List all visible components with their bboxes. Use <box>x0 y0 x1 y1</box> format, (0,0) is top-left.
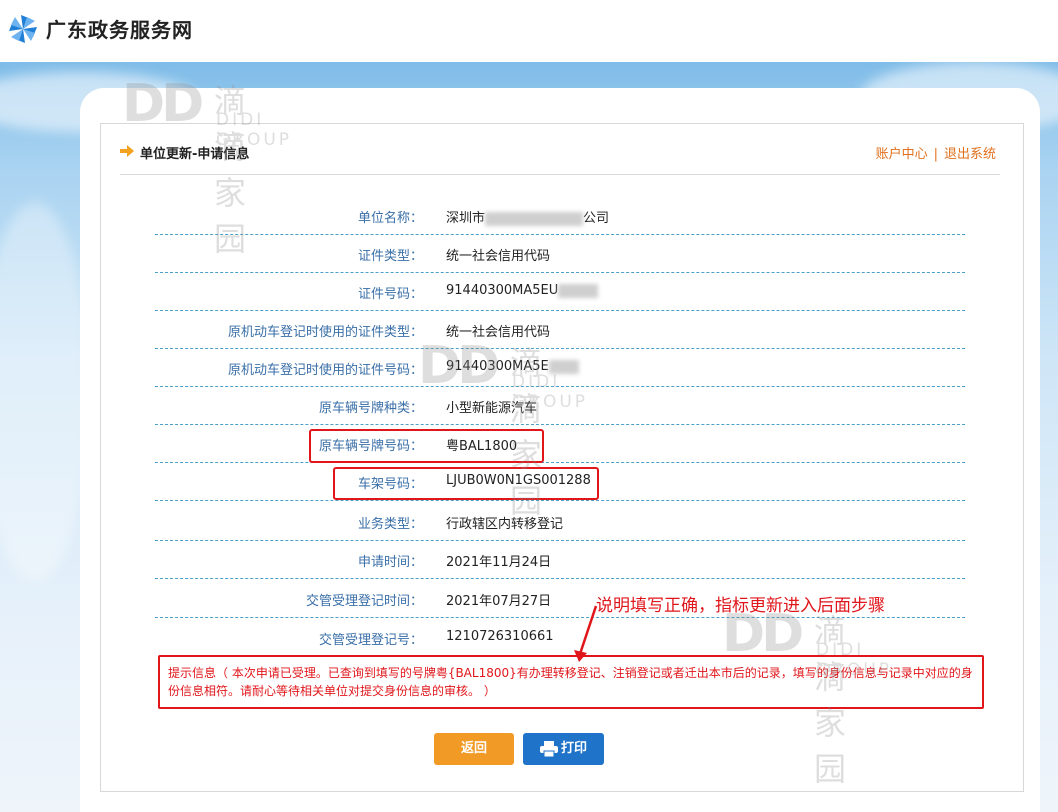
header-links: 账户中心 | 退出系统 <box>876 143 996 162</box>
notice-box: 提示信息（ 本次申请已受理。已查询到填写的号牌粤{BAL1800}有办理转移登记… <box>158 655 984 709</box>
field-value: 1210726310661 <box>446 629 554 644</box>
back-button[interactable]: 返回 <box>434 733 514 765</box>
section-header: 单位更新-申请信息 账户中心 | 退出系统 <box>120 140 1000 175</box>
link-separator: | <box>933 147 938 162</box>
field-row-unit-name: 单位名称： 深圳市 公司 <box>155 196 965 235</box>
field-value: 2021年07月27日 <box>446 594 552 609</box>
pinwheel-logo-icon <box>9 15 37 43</box>
field-row-business-type: 业务类型： 行政辖区内转移登记 <box>155 502 965 541</box>
field-value: 91440300MA5EU <box>446 283 599 298</box>
field-value: 深圳市 公司 <box>446 207 609 226</box>
field-label: 业务类型： <box>357 517 423 532</box>
redacted-blur <box>485 211 584 226</box>
field-label: 交管受理登记时间： <box>305 594 423 609</box>
redacted-blur <box>548 359 579 374</box>
field-row-register-number: 交管受理登记号： 1210726310661 <box>155 618 965 656</box>
field-row-plate-number: 原车辆号牌号码： 粤BAL1800 <box>155 424 965 463</box>
field-label: 原机动车登记时使用的证件类型： <box>227 325 423 340</box>
field-label: 原车辆号牌种类： <box>318 401 423 416</box>
field-row-orig-id-type: 原机动车登记时使用的证件类型： 统一社会信用代码 <box>155 310 965 349</box>
printer-icon <box>539 740 558 757</box>
account-center-link[interactable]: 账户中心 <box>876 147 928 162</box>
field-label: 原机动车登记时使用的证件号码： <box>227 363 423 378</box>
field-label: 证件号码： <box>357 287 423 302</box>
value-suffix: 公司 <box>583 211 610 226</box>
value-prefix: 91440300MA5E <box>446 359 549 374</box>
field-value: 统一社会信用代码 <box>446 249 551 264</box>
field-value: 统一社会信用代码 <box>446 325 551 340</box>
top-bar: 广东政务服务网 <box>0 0 1058 62</box>
field-value: 2021年11月24日 <box>446 555 552 570</box>
field-label: 证件类型： <box>357 249 423 264</box>
field-label: 单位名称： <box>357 211 423 226</box>
field-label: 申请时间： <box>357 555 423 570</box>
field-value: 91440300MA5E <box>446 359 579 374</box>
highlight-box-plate <box>309 429 544 463</box>
section-title: 单位更新-申请信息 <box>140 147 250 162</box>
field-row-id-number: 证件号码： 91440300MA5EU <box>155 272 965 311</box>
field-row-apply-date: 申请时间： 2021年11月24日 <box>155 540 965 579</box>
field-value: 行政辖区内转移登记 <box>446 517 564 532</box>
field-row-plate-type: 原车辆号牌种类： 小型新能源汽车 <box>155 386 965 425</box>
arrow-right-icon <box>120 145 134 157</box>
highlight-box-vin <box>333 467 599 500</box>
print-button[interactable]: 打印 <box>523 733 604 765</box>
field-row-orig-id-number: 原机动车登记时使用的证件号码： 91440300MA5E <box>155 348 965 387</box>
site-title: 广东政务服务网 <box>46 18 193 42</box>
value-prefix: 91440300MA5EU <box>446 283 559 298</box>
logout-link[interactable]: 退出系统 <box>944 147 996 162</box>
redacted-blur <box>558 283 599 298</box>
value-prefix: 深圳市 <box>446 211 486 226</box>
field-row-id-type: 证件类型： 统一社会信用代码 <box>155 234 965 273</box>
annotation-text: 说明填写正确，指标更新进入后面步骤 <box>596 596 885 616</box>
print-label: 打印 <box>560 741 587 756</box>
field-value: 小型新能源汽车 <box>446 401 538 416</box>
field-label: 交管受理登记号： <box>318 633 423 648</box>
